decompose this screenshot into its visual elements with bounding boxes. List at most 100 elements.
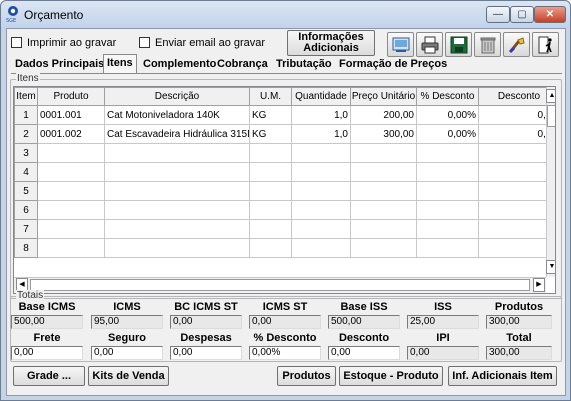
table-row[interactable]: 7	[14, 219, 555, 239]
close-button[interactable]: ✕	[534, 6, 566, 23]
total-field[interactable]: 0,00%	[249, 346, 321, 360]
column-header[interactable]: Desconto	[478, 87, 555, 106]
clear-button[interactable]	[503, 32, 530, 57]
sales-kits-button[interactable]: Kits de Venda	[88, 366, 169, 386]
scroll-right-button[interactable]: ▶	[533, 278, 545, 292]
cell-desconto[interactable]: 0,00	[478, 124, 555, 144]
cell-desconto[interactable]	[478, 162, 555, 182]
column-header[interactable]: Descrição	[104, 87, 250, 106]
cell-um[interactable]	[249, 238, 292, 258]
cell-descricao[interactable]: Cat Motoniveladora 140K	[104, 105, 250, 125]
cell-preco[interactable]	[350, 200, 417, 220]
cell-um[interactable]: KG	[249, 105, 292, 125]
cell-produto[interactable]: 0001.001	[37, 105, 105, 125]
table-row[interactable]: 3	[14, 143, 555, 163]
minimize-button[interactable]: —	[486, 6, 510, 23]
cell-desconto[interactable]	[478, 181, 555, 201]
tab-complemento[interactable]: Complemento	[140, 56, 219, 73]
column-header[interactable]: Item	[14, 87, 38, 106]
cell-pdesc[interactable]	[416, 219, 479, 239]
cell-quantidade[interactable]	[291, 200, 351, 220]
table-row[interactable]: 2 0001.002 Cat Escavadeira Hidráulica 315D…	[14, 124, 555, 144]
cell-preco[interactable]	[350, 162, 417, 182]
cell-descricao[interactable]	[104, 200, 250, 220]
cell-quantidade[interactable]	[291, 238, 351, 258]
cell-produto[interactable]	[37, 143, 105, 163]
column-header[interactable]: U.M.	[249, 87, 292, 106]
cell-pdesc[interactable]	[416, 200, 479, 220]
products-button[interactable]: Produtos	[277, 366, 336, 386]
cell-quantidade[interactable]: 1,0	[291, 124, 351, 144]
exit-button[interactable]	[532, 32, 559, 57]
product-stock-button[interactable]: Estoque - Produto	[339, 366, 443, 386]
tab-formacao-precos[interactable]: Formação de Preços	[336, 56, 450, 73]
column-header[interactable]: Produto	[37, 87, 105, 106]
print-button[interactable]	[416, 32, 443, 57]
cell-quantidade[interactable]: 1,0	[291, 105, 351, 125]
total-field[interactable]: 0,00	[170, 346, 242, 360]
cell-quantidade[interactable]	[291, 143, 351, 163]
cell-quantidade[interactable]	[291, 181, 351, 201]
tab-tributacao[interactable]: Tributação	[273, 56, 335, 73]
cell-descricao[interactable]: Cat Escavadeira Hidráulica 315D	[104, 124, 250, 144]
cell-descricao[interactable]	[104, 181, 250, 201]
cell-descricao[interactable]	[104, 219, 250, 239]
cell-produto[interactable]	[37, 162, 105, 182]
cell-produto[interactable]	[37, 200, 105, 220]
table-row[interactable]: 6	[14, 200, 555, 220]
scroll-down-button[interactable]: ▼	[546, 260, 555, 274]
horizontal-scroll-thumb[interactable]	[30, 279, 530, 291]
screen-button[interactable]	[387, 32, 414, 57]
cell-desconto[interactable]	[478, 143, 555, 163]
cell-desconto[interactable]: 0,00	[478, 105, 555, 125]
cell-preco[interactable]	[350, 219, 417, 239]
cell-um[interactable]	[249, 219, 292, 239]
cell-desconto[interactable]	[478, 200, 555, 220]
cell-preco[interactable]: 300,00	[350, 124, 417, 144]
item-additional-info-button[interactable]: Inf. Adicionais Item	[448, 366, 557, 386]
tab-dados-principais[interactable]: Dados Principais	[12, 56, 107, 73]
cell-produto[interactable]	[37, 219, 105, 239]
table-row[interactable]: 5	[14, 181, 555, 201]
save-button[interactable]	[445, 32, 472, 57]
cell-pdesc[interactable]	[416, 143, 479, 163]
cell-preco[interactable]	[350, 181, 417, 201]
scroll-up-button[interactable]: ▲	[546, 89, 555, 103]
cell-produto[interactable]: 0001.002	[37, 124, 105, 144]
table-row[interactable]: 8	[14, 238, 555, 258]
vertical-scroll-thumb[interactable]	[547, 105, 555, 127]
grid-vertical-scrollbar[interactable]: ▲ ▼	[546, 87, 555, 277]
cell-pdesc[interactable]	[416, 238, 479, 258]
cell-desconto[interactable]	[478, 219, 555, 239]
grid-horizontal-scrollbar[interactable]: ◀ ▶	[14, 277, 546, 293]
total-field[interactable]: 0,00	[11, 346, 83, 360]
total-field[interactable]: 0,00	[328, 346, 400, 360]
cell-um[interactable]	[249, 162, 292, 182]
total-field[interactable]: 0,00	[91, 346, 163, 360]
cell-um[interactable]	[249, 143, 292, 163]
cell-pdesc[interactable]: 0,00%	[416, 124, 479, 144]
cell-pdesc[interactable]	[416, 162, 479, 182]
cell-pdesc[interactable]	[416, 181, 479, 201]
delete-button[interactable]	[474, 32, 501, 57]
print-on-save-checkbox[interactable]: Imprimir ao gravar	[11, 37, 116, 51]
cell-um[interactable]	[249, 200, 292, 220]
cell-quantidade[interactable]	[291, 162, 351, 182]
checkbox-box[interactable]	[11, 37, 22, 48]
tab-itens[interactable]: Itens	[103, 54, 137, 74]
table-row[interactable]: 4	[14, 162, 555, 182]
cell-pdesc[interactable]: 0,00%	[416, 105, 479, 125]
grade-button[interactable]: Grade ...	[13, 366, 85, 386]
cell-preco[interactable]: 200,00	[350, 105, 417, 125]
maximize-button[interactable]: ▢	[510, 6, 534, 23]
cell-produto[interactable]	[37, 238, 105, 258]
cell-desconto[interactable]	[478, 238, 555, 258]
additional-info-button[interactable]: Informações Adicionais	[287, 30, 375, 56]
tab-cobranca[interactable]: Cobrança	[214, 56, 271, 73]
cell-descricao[interactable]	[104, 238, 250, 258]
checkbox-box[interactable]	[139, 37, 150, 48]
column-header[interactable]: Preço Unitário	[350, 87, 417, 106]
cell-descricao[interactable]	[104, 162, 250, 182]
cell-descricao[interactable]	[104, 143, 250, 163]
cell-produto[interactable]	[37, 181, 105, 201]
